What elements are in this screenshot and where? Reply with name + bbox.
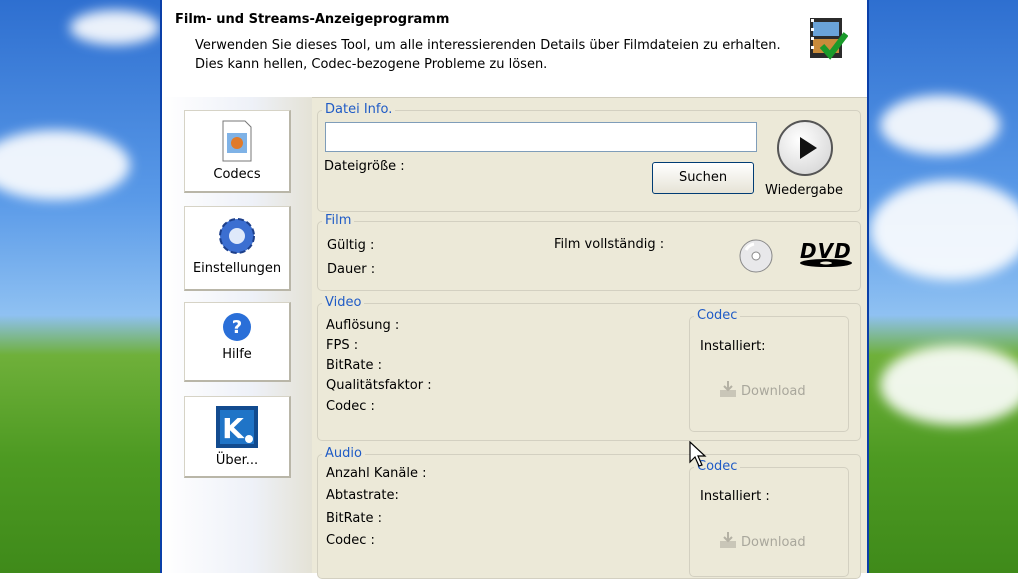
svg-text:K: K	[222, 412, 245, 445]
sidebar: Codecs Einstellungen ? Hilfe K Über...	[162, 97, 312, 573]
bitrate-label: BitRate :	[326, 511, 382, 526]
download-button[interactable]: Download	[718, 531, 806, 550]
download-icon	[720, 381, 736, 397]
film-check-icon	[810, 18, 848, 60]
play-label: Wiedergabe	[765, 183, 844, 198]
app-window: Film- und Streams-Anzeigeprogramm Verwen…	[160, 0, 869, 579]
description-line: Dies kann hellen, Codec-bezogene Problem…	[195, 57, 548, 72]
group-title: Datei Info.	[322, 102, 396, 117]
cloud	[870, 180, 1018, 280]
file-path-input[interactable]	[325, 122, 757, 152]
codec-label: Codec :	[326, 533, 375, 548]
fps-label: FPS :	[326, 338, 359, 353]
audio-codec-box: Codec Installiert : Download	[689, 459, 849, 577]
header-banner: Film- und Streams-Anzeigeprogramm Verwen…	[162, 0, 867, 98]
svg-text:?: ?	[232, 317, 242, 338]
sidebar-item-label: Einstellungen	[192, 261, 282, 276]
sidebar-item-settings[interactable]: Einstellungen	[184, 206, 291, 291]
video-group: Video Auflösung : FPS : BitRate : Qualit…	[317, 295, 861, 441]
download-button[interactable]: Download	[718, 380, 806, 399]
channel-count-label: Anzahl Kanäle :	[326, 466, 427, 481]
group-title: Audio	[322, 446, 365, 461]
cloud	[880, 345, 1018, 425]
codec-label: Codec :	[326, 399, 375, 414]
group-title: Video	[322, 295, 365, 310]
cloud	[0, 130, 130, 200]
duration-label: Dauer :	[327, 262, 376, 277]
file-size-label: Dateigröße :	[324, 159, 405, 174]
download-label: Download	[741, 535, 806, 550]
mouse-cursor-icon	[689, 441, 707, 467]
page-description: Verwenden Sie dieses Tool, um alle inter…	[195, 36, 815, 74]
cloud	[70, 10, 160, 45]
description-line: Verwenden Sie dieses Tool, um alle inter…	[195, 38, 781, 53]
sidebar-item-help[interactable]: ? Hilfe	[184, 302, 291, 382]
about-icon: K	[216, 406, 258, 448]
sidebar-item-label: Codecs	[213, 167, 261, 182]
valid-label: Gültig :	[327, 238, 375, 253]
film-complete-label: Film vollständig :	[554, 237, 665, 252]
cloud	[880, 95, 1000, 155]
group-title: Film	[322, 213, 355, 228]
installed-label: Installiert:	[700, 339, 766, 354]
quality-factor-label: Qualitätsfaktor :	[326, 378, 432, 393]
group-title: Codec	[694, 308, 741, 323]
video-codec-box: Codec Installiert: Download	[689, 308, 849, 432]
sidebar-item-label: Über...	[215, 453, 259, 468]
bitrate-label: BitRate :	[326, 358, 382, 373]
audio-group: Audio Anzahl Kanäle : Abtastrate: BitRat…	[317, 446, 861, 579]
sample-rate-label: Abtastrate:	[326, 488, 399, 503]
help-icon: ?	[223, 313, 251, 341]
resolution-label: Auflösung :	[326, 318, 400, 333]
file-info-group: Datei Info. Dateigröße : Suchen Wiederga…	[317, 102, 861, 212]
gear-icon	[219, 218, 255, 254]
codecs-icon	[222, 120, 252, 162]
cd-icon	[739, 239, 773, 273]
installed-label: Installiert :	[700, 489, 770, 504]
film-group: Film Gültig : Dauer : Film vollständig :…	[317, 213, 861, 291]
download-icon	[720, 532, 736, 548]
sidebar-item-label: Hilfe	[222, 347, 252, 362]
dvd-disc-icon	[800, 259, 852, 267]
search-button[interactable]: Suchen	[652, 162, 754, 194]
download-label: Download	[741, 384, 806, 399]
page-title: Film- und Streams-Anzeigeprogramm	[175, 12, 450, 27]
play-button[interactable]	[777, 120, 833, 176]
sidebar-item-codecs[interactable]: Codecs	[184, 110, 291, 193]
sidebar-item-about[interactable]: K Über...	[184, 396, 291, 478]
